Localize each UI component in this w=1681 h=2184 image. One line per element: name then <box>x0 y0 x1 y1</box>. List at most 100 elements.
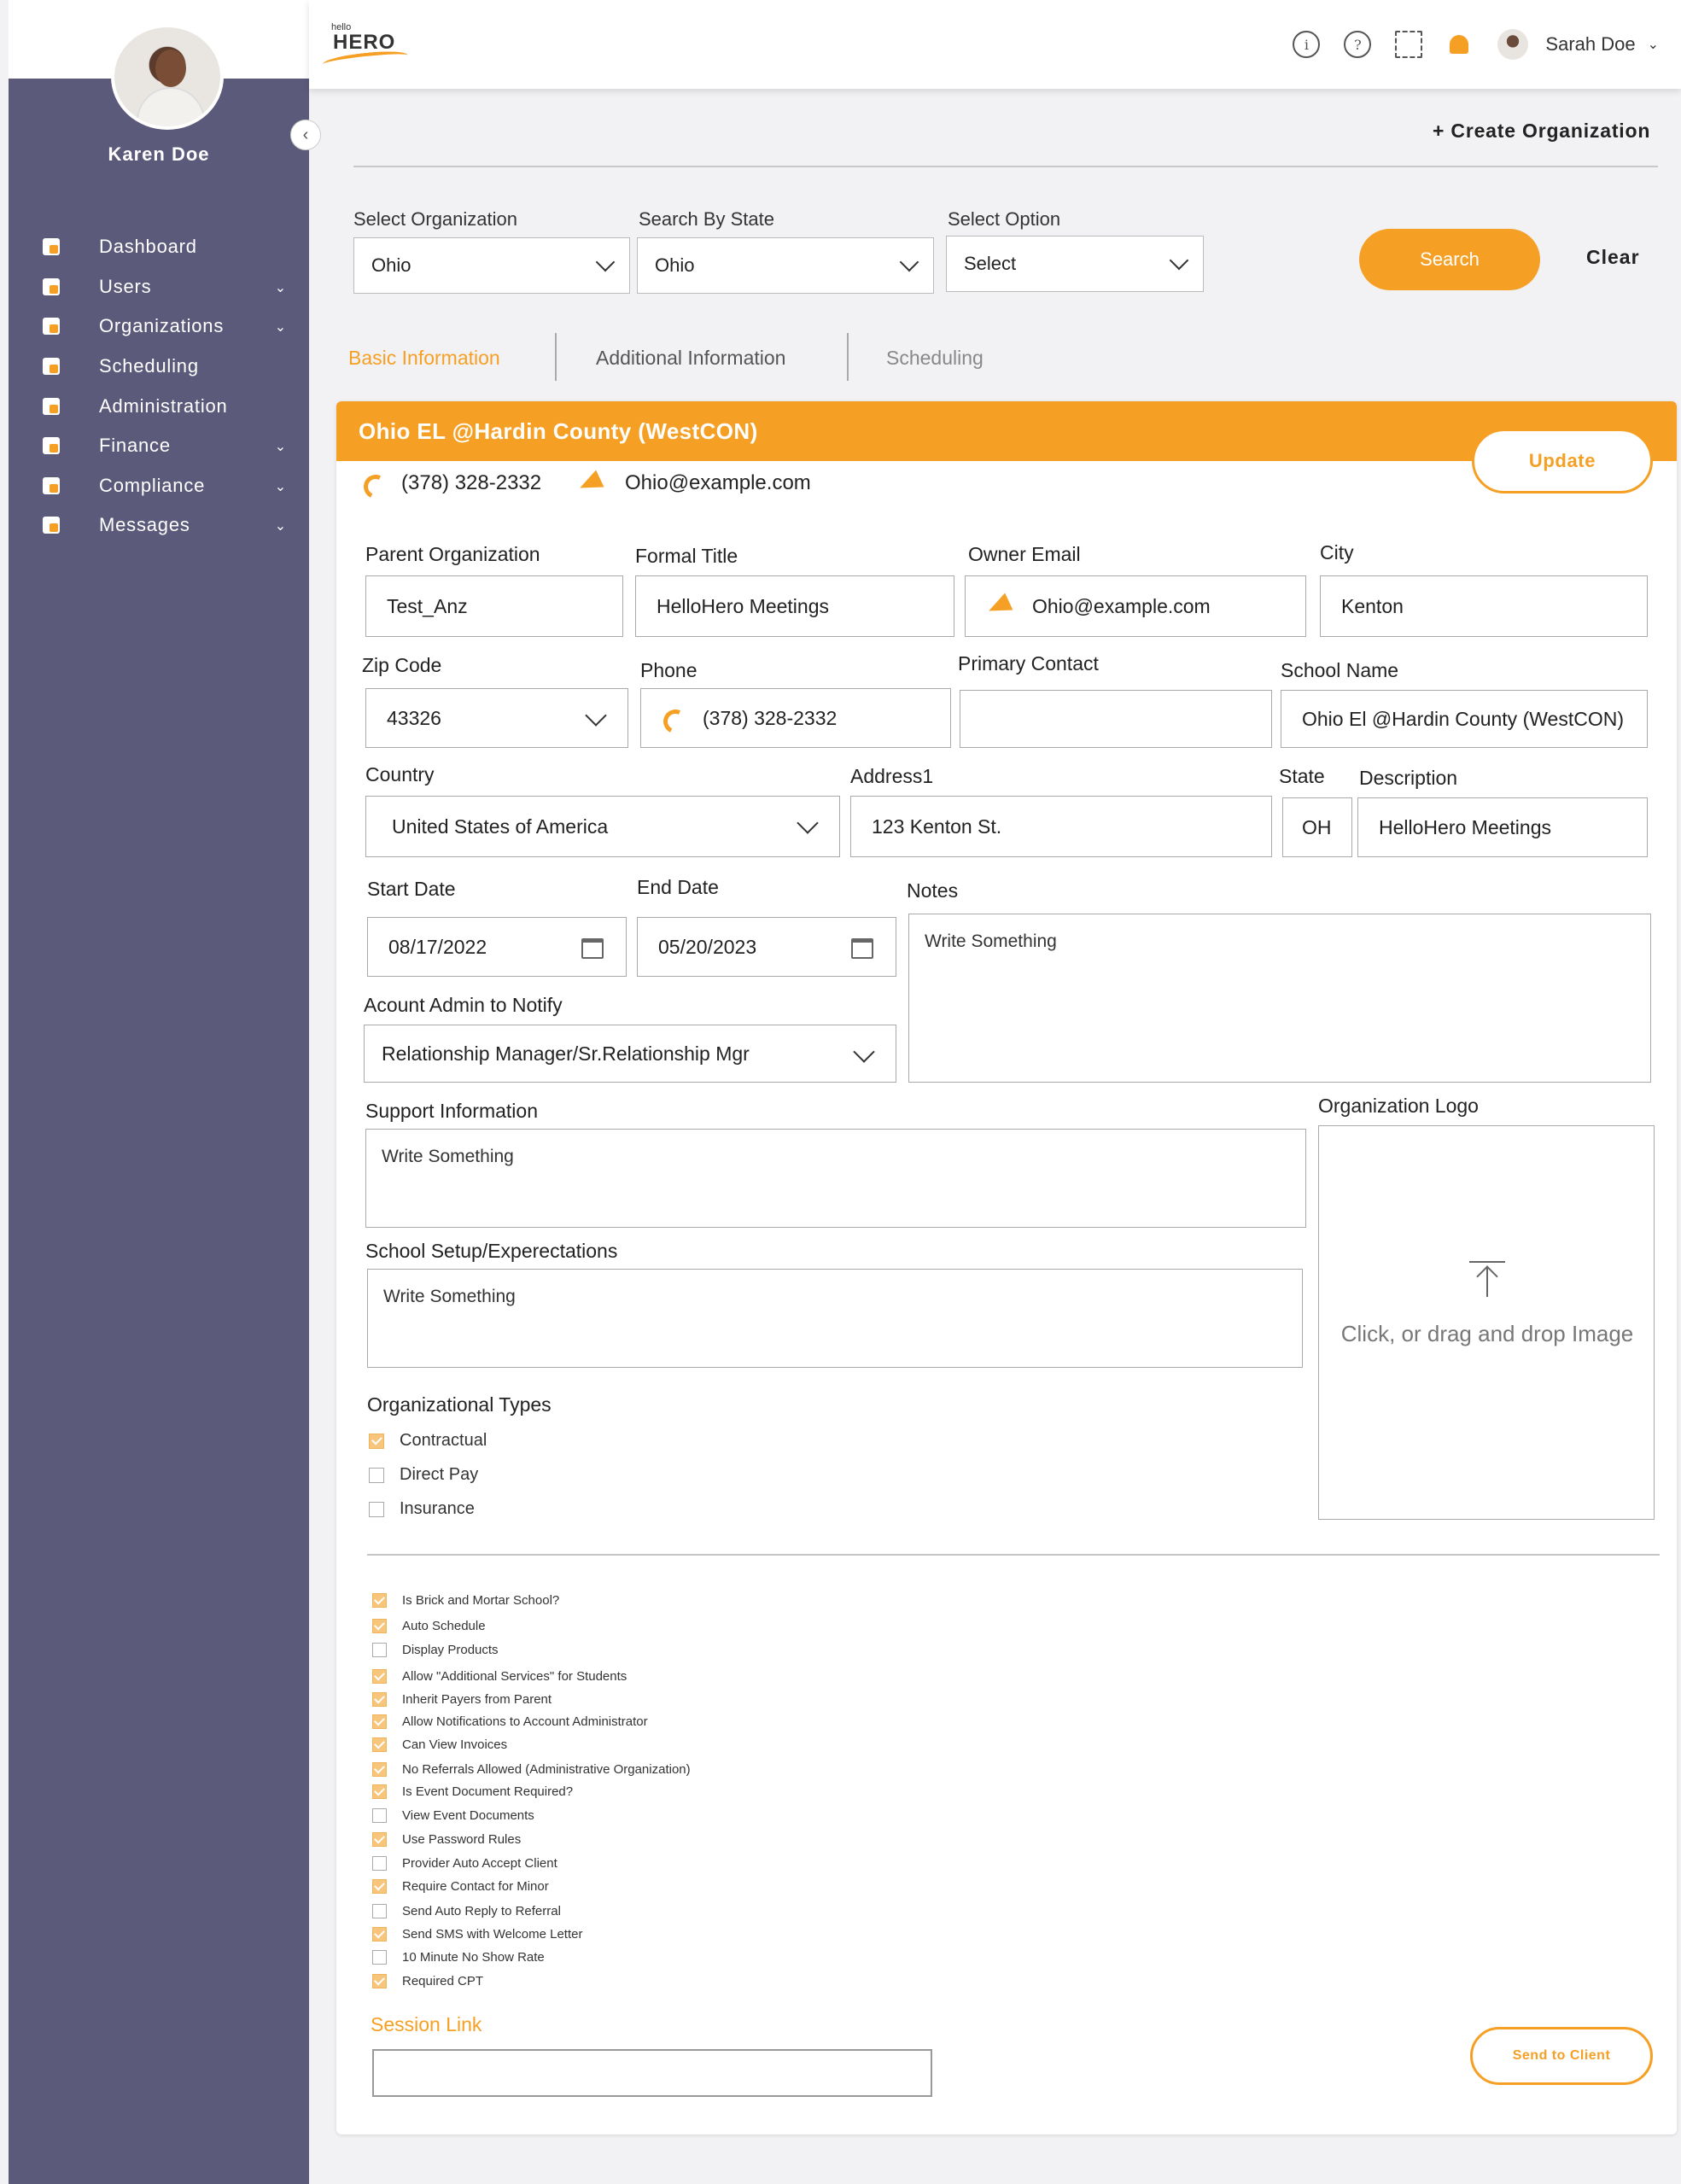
option-sms-welcome[interactable]: Send SMS with Welcome Letter <box>372 1927 582 1942</box>
primary-contact-field[interactable] <box>960 690 1272 748</box>
chevron-down-icon[interactable]: ⌄ <box>275 279 287 296</box>
address1-field[interactable]: 123 Kenton St. <box>850 796 1272 857</box>
option-allow-notifications[interactable]: Allow Notifications to Account Administr… <box>372 1714 648 1729</box>
parent-organization-field[interactable]: Test_Anz <box>365 575 623 637</box>
app-logo[interactable]: hello HERO <box>322 22 425 73</box>
start-date-field[interactable]: 08/17/2022 <box>367 917 627 977</box>
avatar[interactable] <box>111 24 224 130</box>
option-auto-reply-referral[interactable]: Send Auto Reply to Referral <box>372 1904 561 1918</box>
option-auto-schedule[interactable]: Auto Schedule <box>372 1619 486 1633</box>
owner-email-field[interactable]: Ohio@example.com <box>965 575 1306 637</box>
option-event-document-required[interactable]: Is Event Document Required? <box>372 1784 573 1799</box>
sidebar-item-scheduling[interactable]: Scheduling <box>9 347 309 387</box>
chevron-down-icon[interactable]: ⌄ <box>275 318 287 336</box>
checkbox[interactable] <box>372 1950 387 1965</box>
checkbox[interactable] <box>372 1762 387 1777</box>
header-user-name[interactable]: Sarah Doe <box>1545 33 1635 55</box>
phone-icon <box>662 708 682 728</box>
org-type-direct-pay[interactable]: Direct Pay <box>369 1465 478 1485</box>
chevron-down-icon[interactable]: ⌄ <box>275 438 287 455</box>
chevron-down-icon[interactable]: ⌄ <box>275 478 287 495</box>
org-type-contractual[interactable]: Contractual <box>369 1431 487 1451</box>
user-avatar[interactable] <box>1497 29 1529 60</box>
tab-additional-information[interactable]: Additional Information <box>596 347 785 370</box>
option-view-event-documents[interactable]: View Event Documents <box>372 1808 534 1823</box>
checkbox[interactable] <box>372 1927 387 1942</box>
tab-scheduling[interactable]: Scheduling <box>886 347 984 370</box>
state-field[interactable]: OH <box>1282 797 1352 857</box>
checkbox[interactable] <box>372 1619 387 1633</box>
organization-logo-dropzone[interactable]: Click, or drag and drop Image <box>1318 1125 1655 1520</box>
select-organization-dropdown[interactable]: Ohio <box>353 237 630 294</box>
session-link-input[interactable] <box>372 2049 932 2097</box>
checkbox[interactable] <box>372 1643 387 1657</box>
clear-button[interactable]: Clear <box>1586 246 1640 269</box>
chevron-down-icon[interactable]: ⌄ <box>1648 36 1659 53</box>
checkbox[interactable] <box>372 1974 387 1988</box>
checkbox[interactable] <box>369 1501 384 1517</box>
sidebar-item-administration[interactable]: Administration <box>9 386 309 426</box>
option-required-cpt[interactable]: Required CPT <box>372 1974 483 1988</box>
update-button[interactable]: Update <box>1472 429 1653 493</box>
checkbox[interactable] <box>372 1692 387 1707</box>
formal-title-field[interactable]: HelloHero Meetings <box>635 575 954 637</box>
checkbox[interactable] <box>372 1784 387 1799</box>
sidebar-collapse-button[interactable]: ‹ <box>290 120 321 150</box>
city-field[interactable]: Kenton <box>1320 575 1648 637</box>
checkbox[interactable] <box>372 1669 387 1684</box>
calendar-icon[interactable] <box>581 938 604 959</box>
search-by-state-dropdown[interactable]: Ohio <box>637 237 934 294</box>
option-display-products[interactable]: Display Products <box>372 1643 499 1657</box>
option-require-contact-minor[interactable]: Require Contact for Minor <box>372 1879 549 1894</box>
checkbox[interactable] <box>372 1856 387 1871</box>
notification-bell-icon[interactable] <box>1446 32 1472 57</box>
search-button[interactable]: Search <box>1359 229 1540 290</box>
checkbox[interactable] <box>372 1808 387 1823</box>
option-password-rules[interactable]: Use Password Rules <box>372 1832 521 1847</box>
checkbox[interactable] <box>372 1593 387 1608</box>
sidebar-item-messages[interactable]: Messages ⌄ <box>9 505 309 546</box>
option-inherit-payers[interactable]: Inherit Payers from Parent <box>372 1692 552 1707</box>
org-type-insurance[interactable]: Insurance <box>369 1499 475 1519</box>
checkbox[interactable] <box>372 1832 387 1847</box>
sidebar-item-organizations[interactable]: Organizations ⌄ <box>9 307 309 347</box>
end-date-field[interactable]: 05/20/2023 <box>637 917 896 977</box>
school-setup-textarea[interactable]: Write Something <box>367 1269 1303 1368</box>
sidebar-item-compliance[interactable]: Compliance ⌄ <box>9 466 309 506</box>
chevron-down-icon[interactable]: ⌄ <box>275 517 287 534</box>
option-additional-services[interactable]: Allow "Additional Services" for Students <box>372 1669 627 1684</box>
checkbox[interactable] <box>369 1467 384 1483</box>
sidebar-item-dashboard[interactable]: Dashboard <box>9 227 309 267</box>
send-to-client-button[interactable]: Send to Client <box>1470 2027 1653 2085</box>
checkbox[interactable] <box>372 1904 387 1918</box>
select-option-dropdown[interactable]: Select <box>946 236 1204 292</box>
calendar-icon[interactable] <box>851 938 873 959</box>
create-organization-button[interactable]: + Create Organization <box>1433 120 1650 143</box>
option-brick-and-mortar[interactable]: Is Brick and Mortar School? <box>372 1593 559 1608</box>
tab-basic-information[interactable]: Basic Information <box>348 347 500 370</box>
notes-textarea[interactable]: Write Something <box>908 914 1651 1083</box>
fullscreen-icon[interactable] <box>1395 31 1423 58</box>
support-information-textarea[interactable]: Write Something <box>365 1129 1306 1228</box>
school-name-field[interactable]: Ohio El @Hardin County (WestCON) <box>1281 690 1648 748</box>
help-icon[interactable]: ? <box>1344 31 1372 58</box>
option-no-show-rate[interactable]: 10 Minute No Show Rate <box>372 1950 545 1965</box>
checkbox[interactable] <box>372 1879 387 1894</box>
option-view-invoices[interactable]: Can View Invoices <box>372 1737 507 1752</box>
option-no-referrals[interactable]: No Referrals Allowed (Administrative Org… <box>372 1762 691 1777</box>
description-field[interactable]: HelloHero Meetings <box>1357 797 1648 857</box>
sidebar-item-users[interactable]: Users ⌄ <box>9 267 309 307</box>
sidebar-item-finance[interactable]: Finance ⌄ <box>9 426 309 466</box>
option-provider-auto-accept[interactable]: Provider Auto Accept Client <box>372 1856 557 1871</box>
zip-code-dropdown[interactable]: 43326 <box>365 688 628 748</box>
info-icon[interactable]: i <box>1293 31 1321 58</box>
phone-field[interactable]: (378) 328-2332 <box>640 688 951 748</box>
country-dropdown[interactable]: United States of America <box>365 796 840 857</box>
account-admin-dropdown[interactable]: Relationship Manager/Sr.Relationship Mgr <box>364 1025 896 1083</box>
checkbox[interactable] <box>369 1433 384 1449</box>
checkbox[interactable] <box>372 1737 387 1752</box>
organizational-types-label: Organizational Types <box>367 1393 552 1416</box>
checkbox[interactable] <box>372 1714 387 1729</box>
checkbox-label: View Event Documents <box>402 1808 534 1823</box>
checkbox-label: Contractual <box>400 1431 487 1450</box>
